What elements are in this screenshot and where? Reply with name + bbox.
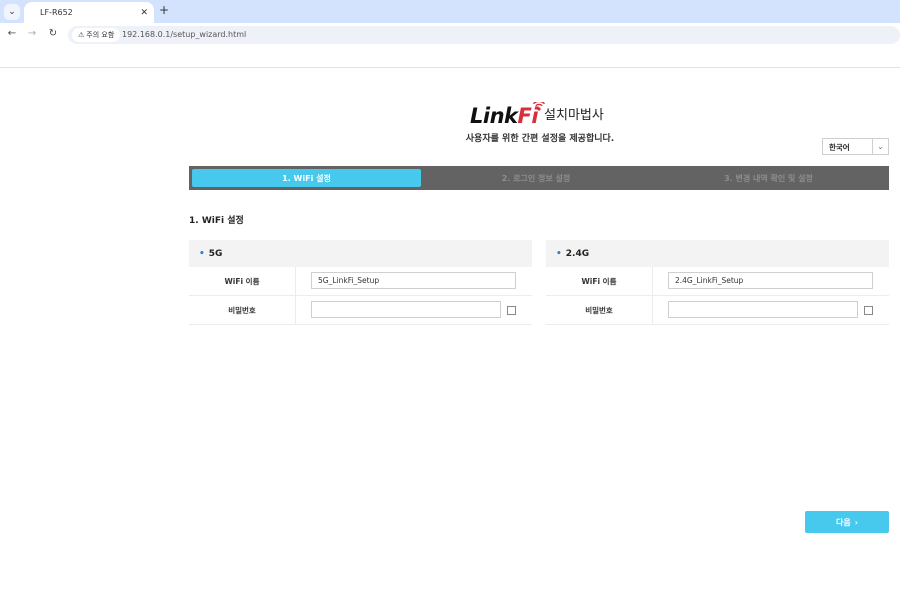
- band-panel-2-4g: • 2.4G WiFi 이름 비밀번호: [546, 240, 889, 325]
- url-text[interactable]: 192.168.0.1/setup_wizard.html: [122, 30, 246, 39]
- show-password-checkbox-5g[interactable]: [507, 306, 516, 315]
- section-title: 1. WiFi 설정: [189, 216, 244, 226]
- password-input-2-4g[interactable]: [668, 301, 858, 318]
- ssid-label: WiFi 이름: [189, 267, 296, 295]
- band-panel-5g: • 5G WiFi 이름 비밀번호: [189, 240, 532, 325]
- language-selected-value: 한국어: [829, 143, 850, 152]
- band-name: 5G: [208, 248, 223, 259]
- next-button-label: 다음: [835, 517, 851, 527]
- password-row: 비밀번호: [189, 296, 532, 325]
- wizard-steps-bar: 1. WiFi 설정 2. 로그인 정보 설정 3. 변경 내역 확인 및 설정: [189, 166, 889, 190]
- new-tab-button[interactable]: +: [159, 3, 169, 17]
- brand-header: LinkFi 설치마법사: [470, 101, 604, 129]
- band-panel-header: • 5G: [189, 240, 532, 267]
- tab-search-chevron-icon[interactable]: ⌄: [4, 4, 20, 20]
- forward-arrow-icon[interactable]: →: [25, 28, 39, 39]
- ssid-row: WiFi 이름: [189, 267, 532, 296]
- page-subtitle: 사용자를 위한 간편 설정을 제공합니다.: [465, 134, 615, 144]
- language-select[interactable]: 한국어 ⌄: [822, 138, 889, 155]
- band-panel-header: • 2.4G: [546, 240, 889, 267]
- step-login-settings[interactable]: 2. 로그인 정보 설정: [425, 169, 647, 187]
- chevron-down-icon[interactable]: ⌄: [872, 139, 888, 154]
- logo-link-text: Link: [470, 104, 518, 128]
- bullet-icon: •: [199, 248, 205, 259]
- linkfi-logo: LinkFi: [470, 102, 546, 129]
- browser-tabstrip: ⌄ LF-R652 ✕ +: [0, 0, 900, 23]
- ssid-label: WiFi 이름: [546, 267, 653, 295]
- wifi-signal-icon: [532, 102, 546, 111]
- next-button[interactable]: 다음 ›: [805, 511, 889, 533]
- browser-tab[interactable]: LF-R652 ✕: [24, 2, 154, 23]
- password-row: 비밀번호: [546, 296, 889, 325]
- ssid-input-5g[interactable]: [311, 272, 516, 289]
- divider: [0, 67, 900, 68]
- tab-close-icon[interactable]: ✕: [140, 8, 148, 18]
- address-bar[interactable]: ⚠ 주의 요함 192.168.0.1/setup_wizard.html: [68, 26, 900, 44]
- band-name: 2.4G: [565, 248, 590, 259]
- show-password-checkbox-2-4g[interactable]: [864, 306, 873, 315]
- password-input-5g[interactable]: [311, 301, 501, 318]
- warning-triangle-icon: ⚠: [78, 31, 85, 39]
- tab-title: LF-R652: [40, 8, 73, 17]
- step-wifi-settings[interactable]: 1. WiFi 설정: [192, 169, 421, 187]
- step-review-settings[interactable]: 3. 변경 내역 확인 및 설정: [651, 169, 886, 187]
- password-label: 비밀번호: [189, 296, 296, 324]
- back-arrow-icon[interactable]: ←: [5, 28, 19, 39]
- page-title: 설치마법사: [544, 108, 604, 123]
- chevron-right-icon: ›: [854, 517, 859, 527]
- password-label: 비밀번호: [546, 296, 653, 324]
- ssid-input-2-4g[interactable]: [668, 272, 873, 289]
- browser-toolbar: ← → ↻ ⚠ 주의 요함 192.168.0.1/setup_wizard.h…: [0, 23, 900, 47]
- reload-icon[interactable]: ↻: [46, 28, 60, 39]
- security-label: 주의 요함: [86, 31, 115, 39]
- ssid-row: WiFi 이름: [546, 267, 889, 296]
- security-chip[interactable]: ⚠ 주의 요함: [72, 28, 121, 42]
- bullet-icon: •: [556, 248, 562, 259]
